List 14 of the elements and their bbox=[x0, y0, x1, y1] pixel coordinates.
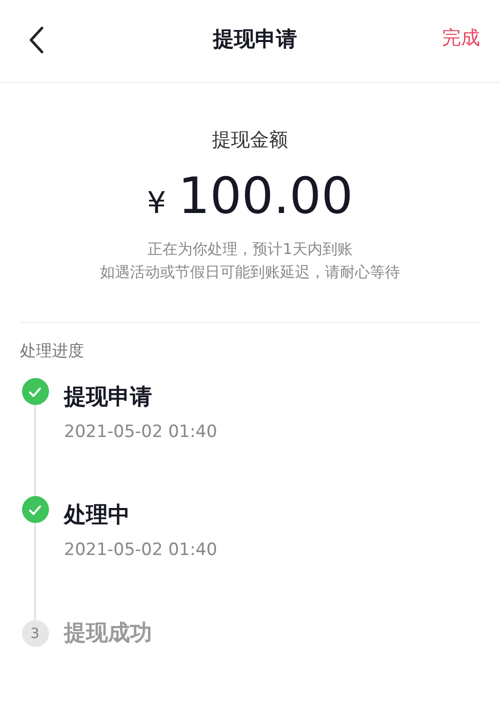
status-note: 正在为你处理，预计1天内到账 bbox=[148, 239, 352, 259]
step-title: 提现申请 bbox=[64, 384, 153, 412]
step-title: 提现成功 bbox=[64, 620, 152, 648]
step-number: 3 bbox=[22, 620, 48, 647]
currency-symbol: ¥ bbox=[146, 186, 166, 221]
step-title: 处理中 bbox=[64, 502, 131, 530]
step-time: 2021-05-02 01:40 bbox=[64, 540, 218, 560]
step-time: 2021-05-02 01:40 bbox=[64, 422, 218, 442]
status-note: 如遇活动或节假日可能到账延迟，请耐心等待 bbox=[100, 262, 400, 282]
section-title: 处理进度 bbox=[20, 341, 85, 362]
amount-label: 提现金额 bbox=[212, 128, 288, 153]
page-title: 提现申请 bbox=[213, 26, 297, 53]
amount-value: 100.00 bbox=[178, 167, 354, 225]
done-button[interactable]: 完成 bbox=[442, 25, 480, 51]
